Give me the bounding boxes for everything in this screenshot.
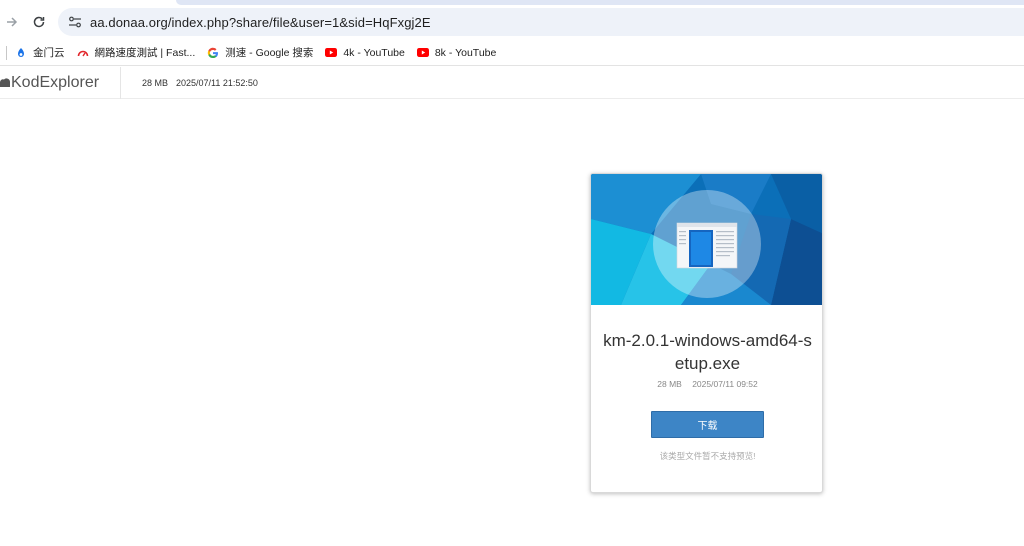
cloud-icon	[0, 77, 11, 89]
bookmark-label: 金门云	[33, 47, 65, 59]
fast-speedometer-icon	[77, 47, 89, 59]
bookmark-label: 4k - YouTube	[343, 46, 405, 59]
file-card: km-2.0.1-windows-amd64-setup.exe 28 MB 2…	[590, 173, 823, 493]
file-name: km-2.0.1-windows-amd64-setup.exe	[603, 331, 812, 373]
bookmark-label: 網路速度測試 | Fast...	[94, 47, 196, 59]
file-size: 28 MB	[657, 379, 682, 389]
browser-toolbar: aa.donaa.org/index.php?share/file&user=1…	[0, 0, 1024, 40]
share-datetime: 2025/07/11 21:52:50	[176, 77, 258, 88]
download-button[interactable]: 下载	[651, 411, 764, 438]
share-meta: 28 MB 2025/07/11 21:52:50	[142, 78, 258, 88]
installer-illustration	[591, 174, 822, 305]
reload-icon[interactable]	[29, 12, 49, 32]
google-icon	[207, 47, 219, 59]
site-settings-icon[interactable]	[64, 11, 86, 33]
kod-header: KodExplorer 28 MB 2025/07/11 21:52:50	[0, 66, 1024, 99]
tab-strip	[176, 0, 1024, 5]
file-meta: 28 MB 2025/07/11 09:52	[591, 379, 822, 389]
share-size: 28 MB	[142, 77, 169, 88]
bookmark-8k-youtube[interactable]: 8k - YouTube	[416, 42, 497, 64]
youtube-icon	[416, 47, 429, 59]
logo-text: KodExplorer	[11, 73, 100, 91]
kinmen-cloud-icon	[15, 47, 27, 59]
bookmark-label: 8k - YouTube	[434, 46, 497, 59]
bookmark-label: 测速 - Google 搜索	[225, 47, 314, 59]
forward-icon[interactable]	[2, 12, 22, 32]
url-text[interactable]: aa.donaa.org/index.php?share/file&user=1…	[90, 15, 431, 30]
bookmarks-bar: 金门云 網路速度測試 | Fast... 测速 - Google 搜索 4k -…	[0, 40, 1024, 66]
bookmark-fast-speed-test[interactable]: 網路速度測試 | Fast...	[77, 42, 196, 64]
file-datetime: 2025/07/11 09:52	[692, 379, 758, 389]
bookmark-kinmen-cloud[interactable]: 金门云	[15, 42, 65, 64]
file-banner-image	[591, 174, 822, 305]
bookmark-4k-youtube[interactable]: 4k - YouTube	[325, 42, 405, 64]
address-bar[interactable]: aa.donaa.org/index.php?share/file&user=1…	[58, 8, 1024, 36]
preview-unsupported-note: 该类型文件暂不支持预览!	[659, 451, 756, 461]
kodexplorer-logo[interactable]: KodExplorer	[0, 66, 121, 99]
youtube-icon	[325, 47, 338, 59]
bookmark-google-speed[interactable]: 测速 - Google 搜索	[207, 42, 313, 64]
bookmarks-divider	[6, 45, 7, 60]
